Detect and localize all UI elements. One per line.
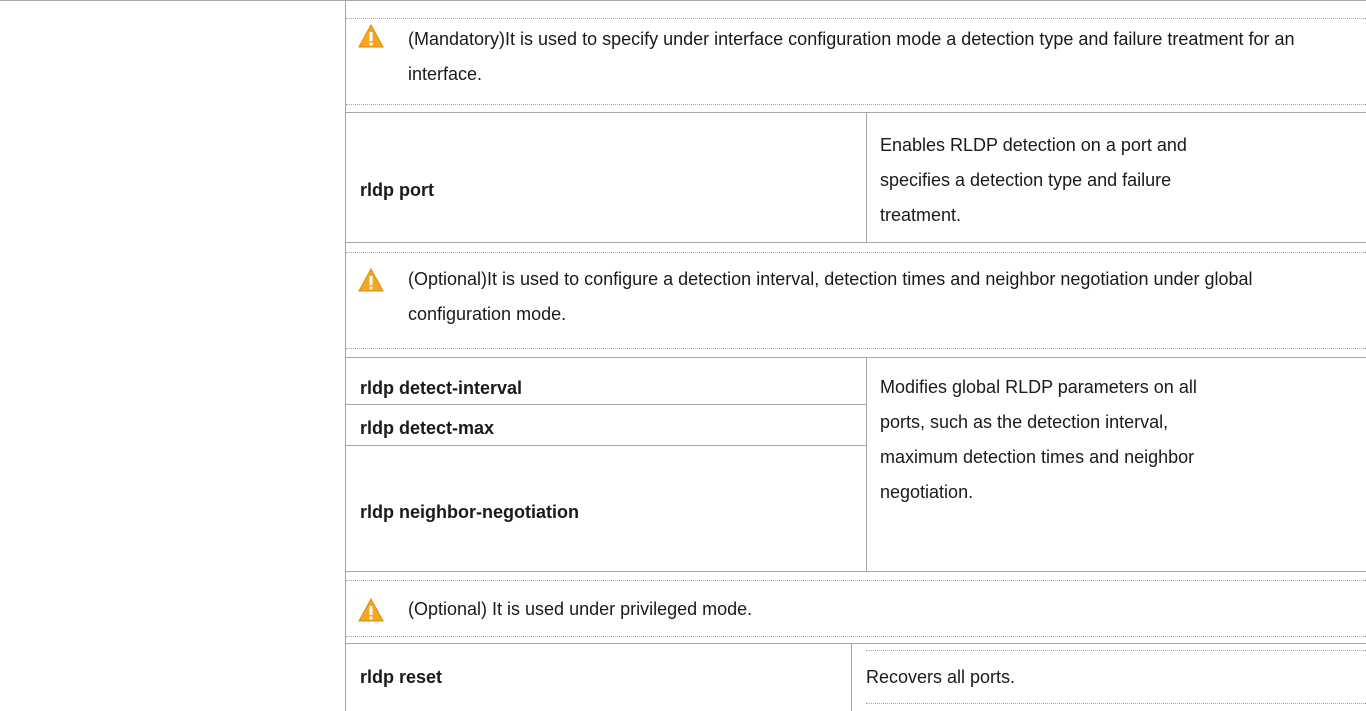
note-bottom-rule (346, 104, 1366, 105)
note-text: (Optional) It is used under privileged m… (408, 599, 753, 619)
command-rldp-detect-interval: rldp detect-interval (360, 378, 523, 398)
note-top-rule (346, 18, 1366, 19)
description-rldp-port: Enables RLDP detection on a port and spe… (880, 135, 1187, 225)
cell-divider (346, 404, 866, 405)
row-column-divider (851, 643, 852, 711)
note-bottom-rule (346, 636, 1366, 637)
description-rldp-reset: Recovers all ports. (866, 667, 1016, 687)
table-top-border (0, 0, 1366, 1)
note-bottom-rule (346, 348, 1366, 349)
row-divider (346, 357, 1366, 358)
note-text: (Optional)It is used to configure a dete… (408, 269, 1253, 324)
note-top-rule (346, 252, 1366, 253)
cell-bottom-rule (866, 703, 1366, 704)
optional-privileged-note: (Optional) It is used under privileged m… (346, 586, 1366, 636)
note-top-rule (346, 580, 1366, 581)
mandatory-note: (Mandatory)It is used to specify under i… (346, 10, 1366, 105)
row-divider (346, 571, 1366, 572)
warning-icon (358, 24, 384, 48)
row-divider (346, 112, 1366, 113)
command-rldp-neighbor-negotiation: rldp neighbor-negotiation (360, 502, 579, 522)
row-column-divider (866, 357, 867, 571)
warning-icon (358, 268, 384, 292)
row-column-divider (866, 112, 867, 242)
command-rldp-detect-max: rldp detect-max (360, 418, 495, 438)
command-rldp-port: rldp port (360, 180, 434, 200)
cell-divider (346, 445, 866, 446)
warning-icon (358, 598, 384, 622)
command-rldp-reset: rldp reset (360, 667, 443, 687)
document-page: (Mandatory)It is used to specify under i… (0, 0, 1366, 711)
note-text: (Mandatory)It is used to specify under i… (408, 29, 1295, 84)
description-global-parameters: Modifies global RLDP parameters on all p… (880, 377, 1197, 502)
row-divider (346, 643, 1366, 644)
cell-top-rule (866, 650, 1366, 651)
row-divider (346, 242, 1366, 243)
optional-global-note: (Optional)It is used to configure a dete… (346, 258, 1366, 348)
